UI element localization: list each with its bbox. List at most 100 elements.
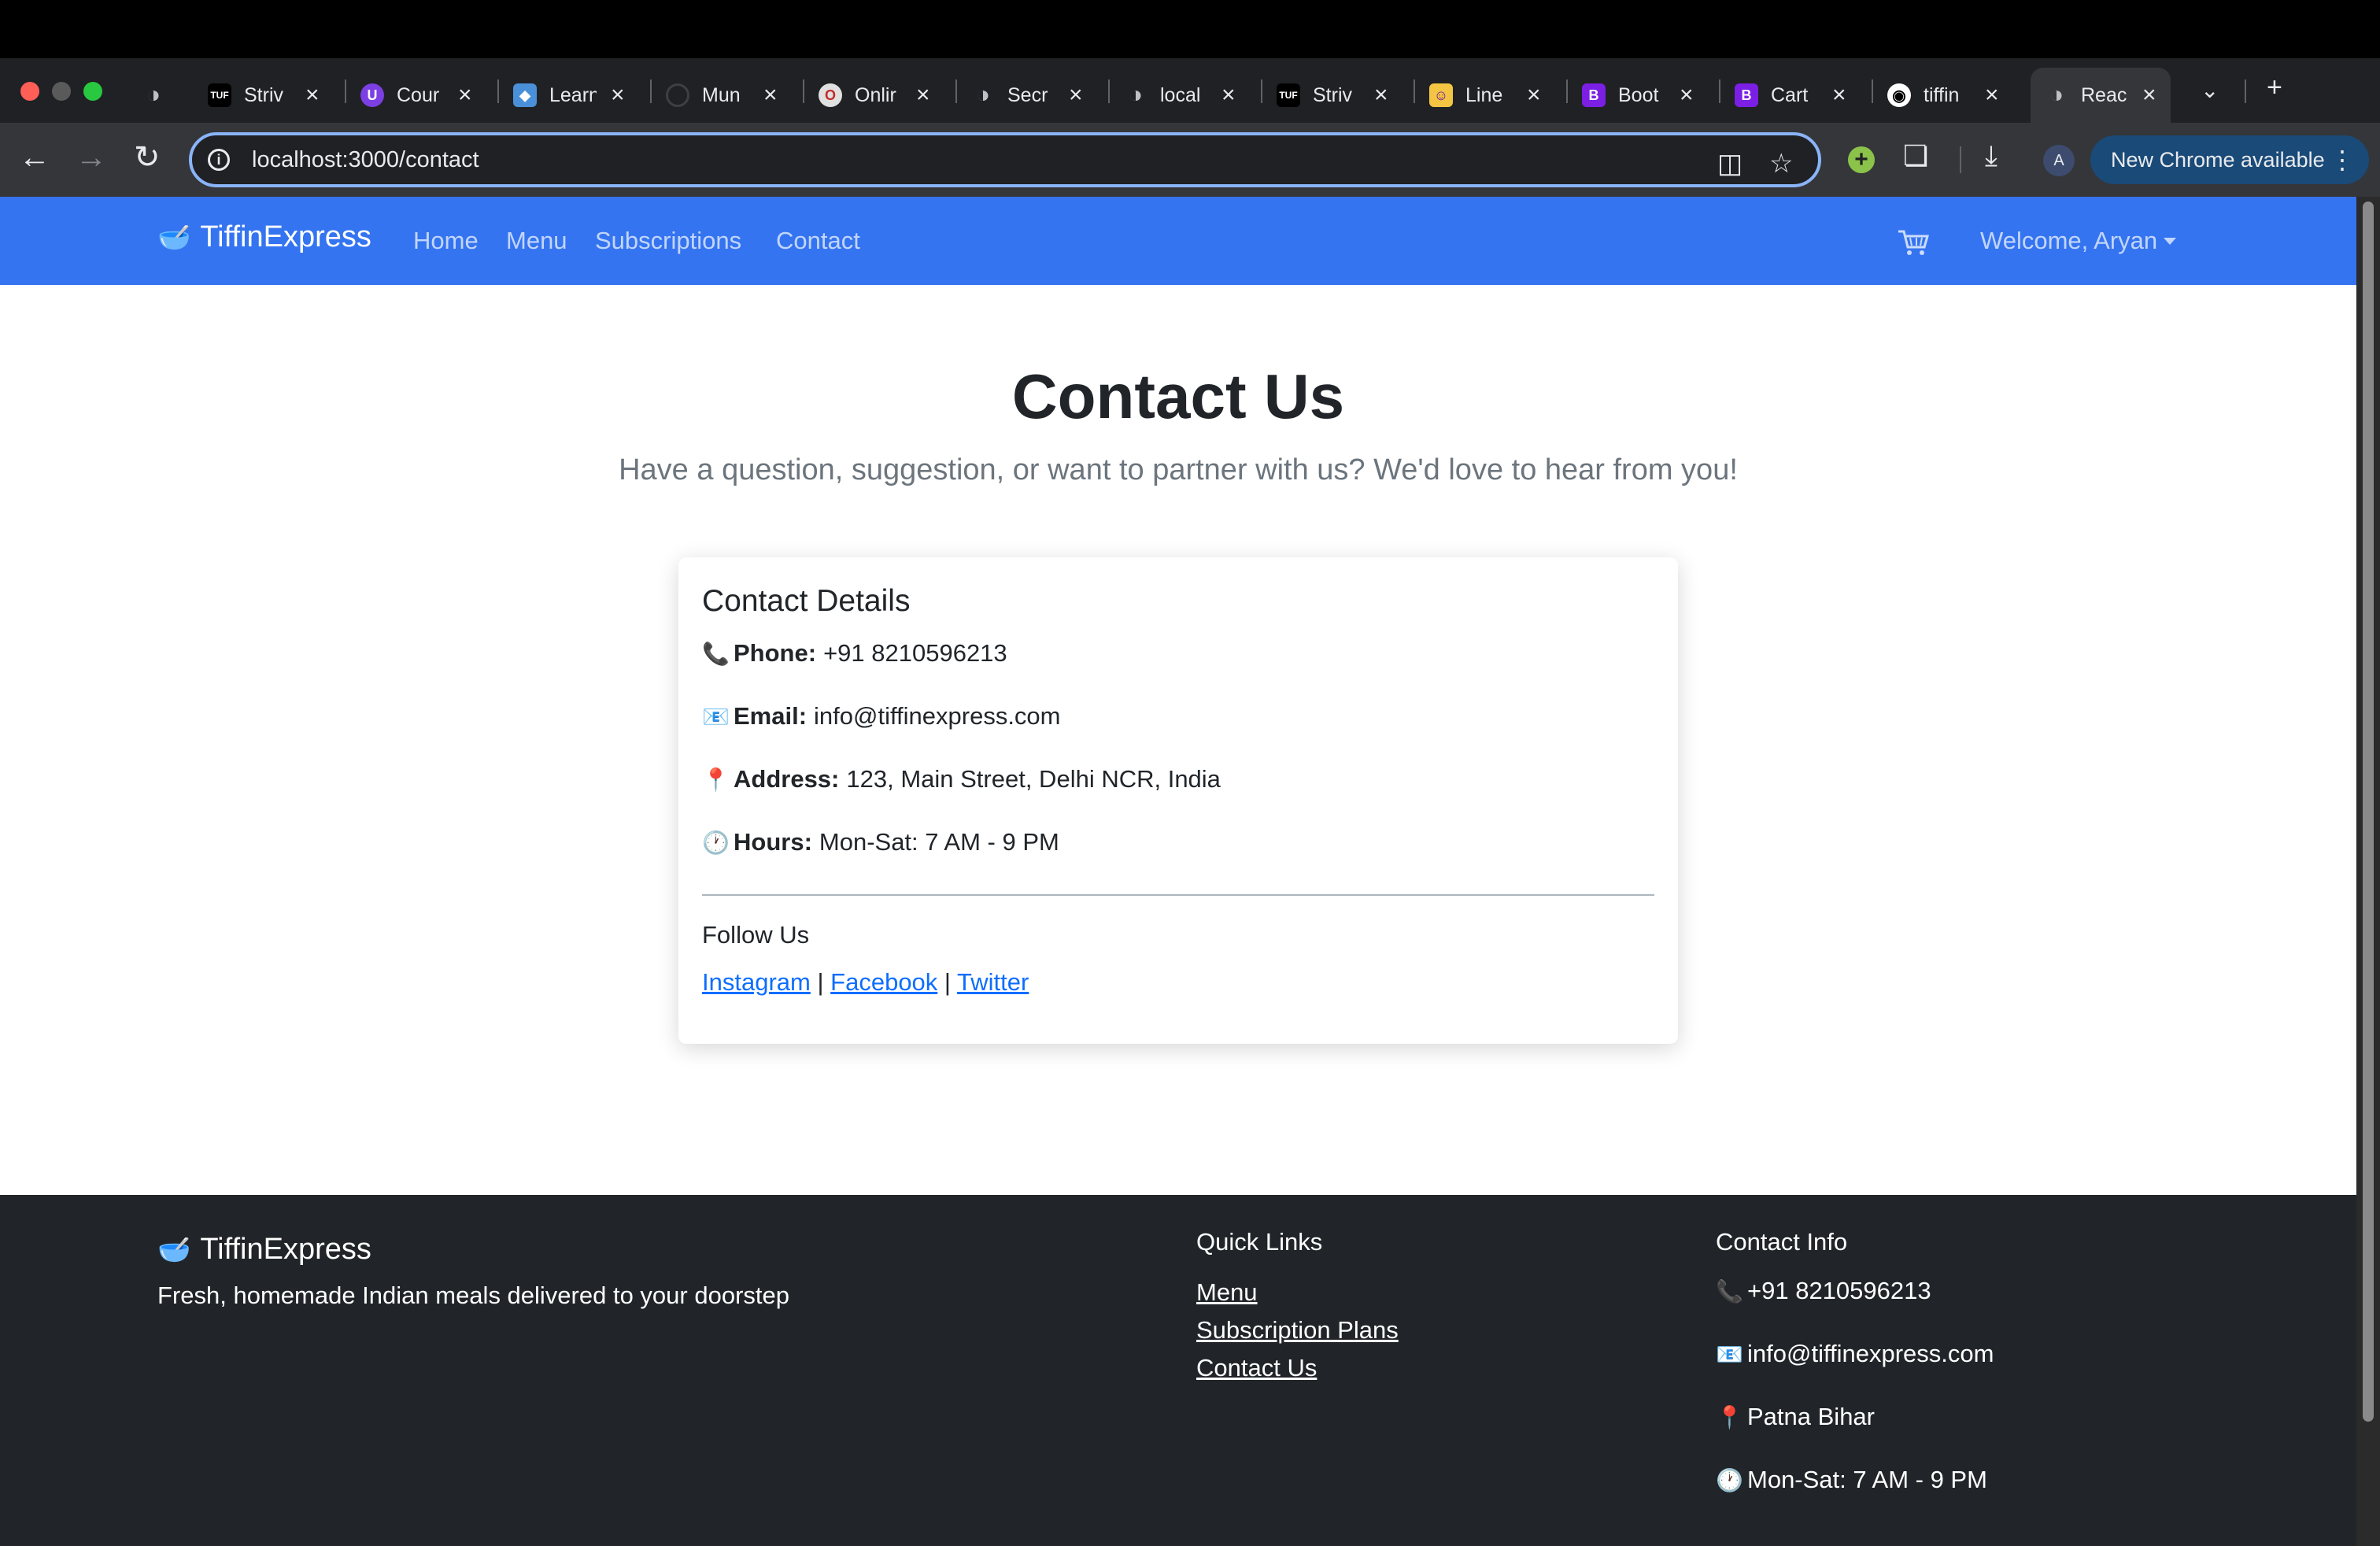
close-tab-icon[interactable]: × <box>1985 83 1999 107</box>
bookmark-star-icon[interactable]: ☆ <box>1769 148 1793 179</box>
phone-row: 📞 Phone: +91 8210596213 <box>702 639 1007 668</box>
close-tab-icon[interactable]: × <box>1374 83 1388 107</box>
github-icon: ◉ <box>1887 83 1911 107</box>
tab-title: Boot <box>1618 83 1659 106</box>
page-scrollbar[interactable] <box>2356 197 2380 1546</box>
page-subtitle: Have a question, suggestion, or want to … <box>619 453 1738 486</box>
tab-separator <box>345 80 346 103</box>
reload-icon[interactable]: ↻ <box>134 142 161 173</box>
more-menu-icon[interactable]: ⋮ <box>2330 145 2355 175</box>
nav-link-menu[interactable]: Menu <box>506 227 567 255</box>
browser-tab[interactable]: U Cour × <box>360 68 472 123</box>
browser-tab[interactable]: TUF Striv × <box>208 68 320 123</box>
browser-tab[interactable]: B Boot × <box>1582 68 1694 123</box>
close-tab-icon[interactable]: × <box>1221 83 1236 107</box>
contact-info-heading: Contact Info <box>1716 1228 1848 1256</box>
brand-link[interactable]: 🥣 TiffinExpress <box>157 220 371 254</box>
globe-icon: ◑ <box>2049 82 2064 108</box>
email-label: Email: <box>734 702 808 730</box>
browser-tab[interactable]: ☺ Line × <box>1429 68 1541 123</box>
close-tab-icon[interactable]: × <box>916 83 930 107</box>
footer-location-value: Patna Bihar <box>1747 1403 1875 1430</box>
close-tab-icon[interactable]: × <box>2142 83 2156 107</box>
learn-icon: ◆ <box>513 83 537 107</box>
food-bowl-icon: 🥣 <box>157 222 191 253</box>
email-value: info@tiffinexpress.com <box>814 702 1061 730</box>
extensions-puzzle-icon[interactable]: ❏ <box>1903 142 1928 170</box>
site-info-icon[interactable]: i <box>208 149 230 171</box>
card-title: Contact Details <box>702 584 911 618</box>
twitter-link[interactable]: Twitter <box>957 968 1029 996</box>
nav-link-home[interactable]: Home <box>413 227 479 255</box>
tab-title: Striv <box>1313 83 1352 106</box>
extension-plus-icon[interactable]: + <box>1848 146 1875 173</box>
address-bar[interactable]: i localhost:3000/contact ◫ ☆ <box>189 132 1821 187</box>
tab-separator <box>1719 80 1720 103</box>
site-navbar: 🥣 TiffinExpress Home Menu Subscriptions … <box>0 197 2356 285</box>
back-arrow-icon[interactable]: ← <box>19 142 50 173</box>
email-icon: 📧 <box>702 704 730 729</box>
nav-link-contact[interactable]: Contact <box>776 227 860 255</box>
tab-title: Line <box>1465 83 1503 106</box>
cart-icon[interactable] <box>1897 228 1930 257</box>
new-tab-plus-icon[interactable]: + <box>2267 72 2282 103</box>
hours-row: 🕐 Hours: Mon-Sat: 7 AM - 9 PM <box>702 828 1059 856</box>
browser-tab[interactable]: ◆ Learn × <box>513 68 625 123</box>
tab-title: Secr <box>1007 83 1048 106</box>
footer-link-contact-us[interactable]: Contact Us <box>1196 1354 1317 1382</box>
footer-location: 📍 Patna Bihar <box>1716 1403 1875 1431</box>
browser-tab[interactable]: TUF Striv × <box>1277 68 1388 123</box>
close-tab-icon[interactable]: × <box>763 83 778 107</box>
footer-tagline: Fresh, homemade Indian meals delivered t… <box>157 1282 789 1309</box>
opera-icon: O <box>819 83 842 107</box>
close-tab-icon[interactable]: × <box>458 83 472 107</box>
close-tab-icon[interactable]: × <box>1832 83 1846 107</box>
tab-group-icon[interactable]: ◑ <box>142 68 165 123</box>
footer-link-menu[interactable]: Menu <box>1196 1278 1258 1307</box>
facebook-link[interactable]: Facebook <box>830 968 937 996</box>
footer-link-subscription-plans[interactable]: Subscription Plans <box>1196 1316 1399 1344</box>
tab-separator <box>1261 80 1262 103</box>
browser-tab[interactable]: ◑ Secr × <box>971 68 1083 123</box>
forward-arrow-icon[interactable]: → <box>76 142 107 173</box>
address-url[interactable]: localhost:3000/contact <box>252 147 479 173</box>
location-pin-icon: 📍 <box>702 767 730 792</box>
tab-title: Cour <box>397 83 440 106</box>
instagram-link[interactable]: Instagram <box>702 968 811 996</box>
email-icon: 📧 <box>1716 1341 1743 1367</box>
scrollbar-thumb[interactable] <box>2363 202 2374 1422</box>
address-row: 📍 Address: 123, Main Street, Delhi NCR, … <box>702 765 1221 793</box>
browser-tab[interactable]: ◉ tiffin × <box>1887 68 1999 123</box>
maximize-window-button[interactable] <box>83 82 102 101</box>
tab-search-chevron-icon[interactable]: ⌄ <box>2201 77 2219 103</box>
user-menu-dropdown[interactable]: Welcome, Aryan <box>1980 227 2177 255</box>
browser-tab[interactable]: Mun × <box>666 68 778 123</box>
nav-link-subscriptions[interactable]: Subscriptions <box>595 227 741 255</box>
location-pin-icon: 📍 <box>1716 1404 1743 1429</box>
close-tab-icon[interactable]: × <box>1680 83 1694 107</box>
footer-hours: 🕐 Mon-Sat: 7 AM - 9 PM <box>1716 1466 1987 1494</box>
install-app-icon[interactable]: ◫ <box>1717 148 1743 179</box>
profile-avatar[interactable]: A <box>2043 145 2075 176</box>
address-label: Address: <box>734 765 840 793</box>
globe-icon: ◑ <box>146 82 161 108</box>
close-tab-icon[interactable]: × <box>611 83 625 107</box>
download-icon[interactable]: ⤓ <box>1985 142 1998 170</box>
tab-separator <box>497 80 499 103</box>
bootstrap-icon: B <box>1582 83 1606 107</box>
close-window-button[interactable] <box>20 82 39 101</box>
close-tab-icon[interactable]: × <box>305 83 320 107</box>
browser-tab-active[interactable]: ◑ Reac × <box>2031 68 2171 123</box>
browser-tab[interactable]: ◑ local × <box>1124 68 1236 123</box>
browser-tab[interactable]: B Cart × <box>1735 68 1846 123</box>
tab-separator <box>1108 80 1110 103</box>
tab-title: local <box>1160 83 1201 106</box>
tab-separator <box>2245 80 2246 103</box>
follow-us-heading: Follow Us <box>702 921 810 949</box>
minimize-window-button[interactable] <box>52 82 71 101</box>
close-tab-icon[interactable]: × <box>1527 83 1541 107</box>
browser-tab[interactable]: O Onlir × <box>819 68 930 123</box>
close-tab-icon[interactable]: × <box>1069 83 1083 107</box>
address-value: 123, Main Street, Delhi NCR, India <box>846 765 1221 793</box>
chrome-update-button[interactable]: New Chrome available ⋮ <box>2090 135 2369 184</box>
